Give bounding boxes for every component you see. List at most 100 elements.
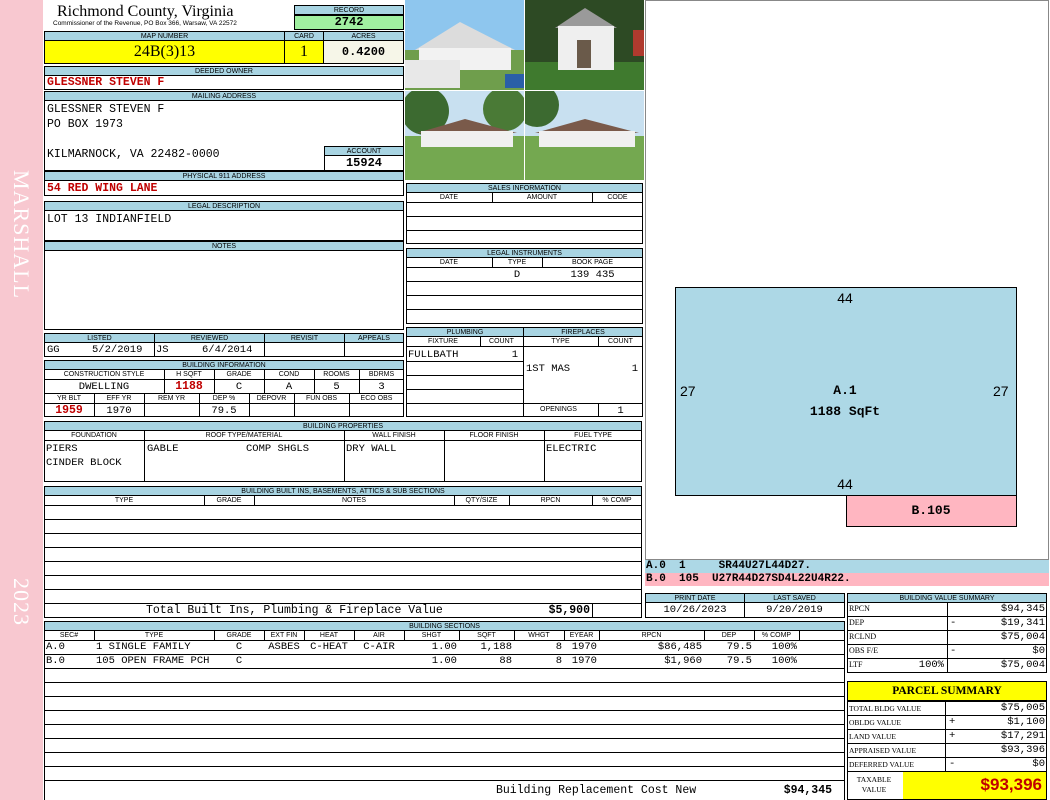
foundation-2: CINDER BLOCK [46,457,122,469]
property-photo-4 [525,91,644,180]
sketch-left-dim: 27 [680,383,696,399]
section-col-header: SQFT [477,632,496,639]
fireplace-count: 1 [631,363,638,375]
parcel-summary-sign: + [949,716,956,728]
physical-address: 54 RED WING LANE [47,182,158,195]
replacement-cost-label: Building Replacement Cost New [496,784,697,797]
h-foundation: FOUNDATION [71,432,117,439]
listed-by: GG [47,344,60,356]
parcel-summary-label: TOTAL BLDG VALUE [849,704,922,713]
parcel-summary-value: $1,100 [1007,716,1045,728]
section-cell: 100% [771,641,797,653]
rooms: 5 [333,381,340,393]
parcel-summary-title: PARCEL SUMMARY [847,681,1047,701]
sketch-vector-a: A.0 1 SR44U27L44D27. [646,560,812,572]
side-band [0,0,43,800]
section-col-header: EYEAR [569,632,594,639]
section-cell: B.0 [46,655,65,667]
side-name: MARSHALL [9,170,34,300]
section-cell: 1970 [571,655,597,667]
value-summary-value: $75,004 [1000,631,1045,643]
dep-pct: 79.5 [211,405,237,417]
parcel-summary-sign: - [949,758,956,770]
sketch-main-label: A.1 [833,383,857,398]
section-col-header: RPCN [641,632,662,639]
notes-box [44,250,404,330]
value-summary-label: RPCN [849,604,870,613]
ltf-percent: 100% [918,659,944,671]
h-cond: COND [278,371,300,378]
h-sale-date: DATE [439,194,459,201]
h-eco-obs: ECO OBS [360,395,393,402]
listed-date: 5/2/2019 [92,344,143,356]
replacement-cost: $94,345 [783,784,832,797]
section-cell: $1,960 [664,655,702,667]
h-dep: DEP % [212,395,236,402]
fixture-count: 1 [511,349,518,361]
value-summary-value: $75,004 [1000,659,1045,671]
section-cell: 1970 [571,641,597,653]
sketch-vector-b: B.0 105 U27R44D27SD4L22U4R22. [646,573,851,585]
h-sqft: H SQFT [176,371,202,378]
year-built: 1959 [55,404,83,417]
h-bdrms: BDRMS [368,371,395,378]
h-builtin-rpcn: RPCN [540,497,561,504]
grade: C [235,381,243,393]
eff-year: 1970 [106,405,132,417]
heated-sqft: 1188 [175,380,203,393]
parcel-summary-value: $93,396 [1000,744,1045,756]
sketch-main-area: 1188 SqFt [809,404,881,419]
record-header: RECORD [294,5,404,15]
h-builtin-comp: % COMP [602,497,632,504]
h-fp-type: TYPE [551,338,570,345]
value-summary-label: OBS F/E [849,646,879,655]
fuel-type: ELECTRIC [546,443,597,455]
section-cell: C-HEAT [310,641,348,653]
h-fuel-type: FUEL TYPE [574,432,612,439]
record-value: 2742 [294,15,404,30]
property-photo-3 [405,91,524,180]
section-cell: 1,188 [480,641,512,653]
commissioner-address: Commissioner of the Revenue, PO Box 366,… [53,20,237,27]
section-cell: 79.5 [726,641,752,653]
side-year: 2023 [9,578,34,626]
h-fixture: FIXTURE [428,338,458,345]
value-summary-value: $94,345 [1000,603,1045,615]
taxable-value: $93,396 [903,772,1046,799]
section-cell: 100% [771,655,797,667]
parcel-summary-value: $17,291 [1000,730,1045,742]
card-value: 1 [284,40,324,64]
h-builtin-grade: GRADE [216,497,242,504]
h-yr-blt: YR BLT [57,395,81,402]
fireplace-type: 1ST MAS [526,363,571,375]
foundation-1: PIERS [46,443,78,455]
value-summary-value: $0 [1032,645,1045,657]
section-cell: 8 [555,641,562,653]
h-instr-bookpage: BOOK PAGE [571,259,614,266]
value-summary-sign: - [950,617,957,629]
property-photo-2 [525,0,644,90]
h-builtin-qty: QTY/SIZE [465,497,498,504]
section-col-header: WHGT [528,632,550,639]
section-cell: 105 OPEN FRAME PCH [96,655,210,667]
h-eff-yr: EFF YR [106,395,132,402]
section-cell: C [235,655,243,667]
value-summary-sign: - [950,645,957,657]
taxable-label-1: TAXABLE [856,775,892,784]
h-builtin-notes: NOTES [341,497,367,504]
parcel-summary-label: LAND VALUE [849,732,897,741]
h-floor-finish: FLOOR FINISH [469,432,519,439]
construction-style: DWELLING [78,381,130,393]
h-builtin-type: TYPE [114,497,134,504]
mailing-line-2: PO BOX 1973 [47,118,123,131]
section-col-header: HEAT [319,632,339,639]
value-summary-value: $19,341 [1000,617,1045,629]
h-wall-finish: WALL FINISH [372,432,416,439]
sketch-bottom-dim: 44 [837,476,853,492]
h-instr-date: DATE [439,259,459,266]
cond: A [285,381,293,393]
wall-finish: DRY WALL [346,443,397,455]
h-roof: ROOF TYPE/MATERIAL [205,432,283,439]
parcel-summary-label: OBLDG VALUE [849,718,902,727]
h-construction-style: CONSTRUCTION STYLE [63,371,145,378]
